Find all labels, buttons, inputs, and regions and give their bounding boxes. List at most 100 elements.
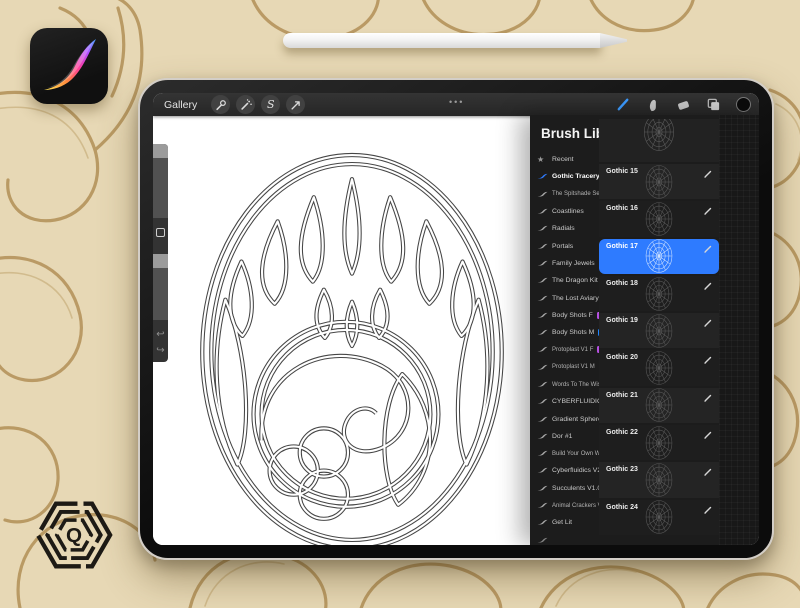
brush-row[interactable]: Gothic 16 (599, 201, 719, 236)
brush-row[interactable]: Gothic 19 (599, 313, 719, 348)
brush-list: Gothic 15 Gothic 16 Gothic 17 Gothic 18 … (599, 119, 719, 545)
brush-row[interactable]: Gothic 17 (599, 239, 719, 274)
category-label: Family Jewels (552, 260, 595, 267)
procreate-screen: Gallery S ••• (153, 93, 759, 545)
category-label: Get Lit (552, 519, 572, 526)
brush-row[interactable]: Gothic 24 (599, 500, 719, 535)
brush-stroke-icon (537, 415, 548, 423)
smudge-icon[interactable] (646, 97, 661, 112)
category-label: Dor #1 (552, 433, 572, 440)
brush-stroke-icon (537, 502, 548, 510)
category-item[interactable]: Cyberfluidics V2 (530, 462, 599, 479)
modify-button[interactable] (156, 228, 165, 237)
brush-stroke-icon (537, 173, 548, 181)
undo-icon[interactable]: ↩ (153, 330, 168, 340)
brush-thumbnail (644, 350, 674, 387)
svg-text:Q: Q (66, 524, 82, 547)
brush-thumbnail (644, 275, 674, 312)
category-item[interactable]: Protoplast V1 M T (530, 359, 599, 376)
category-item[interactable]: ★ Recent (530, 151, 599, 168)
category-item[interactable]: Body Shots M T (530, 324, 599, 341)
category-label: Succulents V1.0 (552, 485, 599, 492)
category-item[interactable]: The Spitshade Set (530, 186, 599, 203)
layers-icon[interactable] (706, 97, 721, 112)
edit-pencil-icon[interactable] (703, 318, 713, 328)
brush-row[interactable]: Gothic 20 (599, 350, 719, 385)
category-item[interactable]: Succulents V1.0 (530, 480, 599, 497)
brush-stroke-icon (537, 277, 548, 285)
edit-pencil-icon[interactable] (703, 430, 713, 440)
brush-stroke-icon (537, 190, 548, 198)
brush-stroke-icon (537, 346, 548, 354)
edit-pencil-icon[interactable] (703, 281, 713, 291)
gallery-button[interactable]: Gallery (164, 99, 197, 111)
category-item[interactable]: The Lost Aviary (530, 289, 599, 306)
category-item[interactable]: Get Lit (530, 514, 599, 531)
category-item[interactable]: Body Shots F T (530, 307, 599, 324)
category-item[interactable]: Portals (530, 237, 599, 254)
opacity-slider[interactable] (153, 268, 168, 320)
category-label: Portals (552, 243, 573, 250)
brush-name: Gothic 17 (606, 243, 638, 250)
brush-stroke-icon (537, 381, 548, 389)
brush-row[interactable] (599, 119, 719, 162)
category-item[interactable]: Family Jewels (530, 255, 599, 272)
edit-pencil-icon[interactable] (703, 355, 713, 365)
edit-pencil-icon[interactable] (703, 244, 713, 254)
edit-pencil-icon[interactable] (703, 505, 713, 515)
category-item[interactable]: Radials (530, 220, 599, 237)
category-item[interactable] (530, 532, 599, 545)
category-label: Body Shots F (552, 312, 593, 319)
brush-stroke-icon (537, 259, 548, 267)
brush-icon[interactable] (616, 97, 631, 112)
brush-row[interactable]: Gothic 18 (599, 276, 719, 311)
eraser-icon[interactable] (676, 97, 691, 112)
brush-name: Gothic 18 (606, 280, 638, 287)
more-options[interactable]: ••• (449, 97, 464, 107)
opacity-handle[interactable] (153, 254, 168, 268)
brush-name: Gothic 23 (606, 466, 638, 473)
category-item[interactable]: CYBERFLUIDICS II (530, 393, 599, 410)
brush-row[interactable]: Gothic 21 (599, 388, 719, 423)
category-item[interactable]: Protoplast V1 F T (530, 341, 599, 358)
brush-row[interactable]: Gothic 22 (599, 425, 719, 460)
brush-size-slider[interactable] (153, 158, 168, 218)
brush-stroke-icon (537, 536, 548, 544)
category-item[interactable]: The Dragon Kit (530, 272, 599, 289)
category-item[interactable]: Dor #1 (530, 428, 599, 445)
category-item[interactable]: Coastlines (530, 203, 599, 220)
edit-pencil-icon[interactable] (703, 467, 713, 477)
brush-size-handle[interactable] (153, 144, 168, 158)
brush-thumbnail (644, 312, 674, 349)
redo-icon[interactable]: ↪ (153, 346, 168, 356)
category-label: Coastlines (552, 208, 584, 215)
edit-pencil-icon[interactable] (703, 393, 713, 403)
brush-thumbnail (644, 387, 674, 424)
category-label: Cyberfluidics V2 (552, 467, 599, 474)
edit-pencil-icon[interactable] (703, 169, 713, 179)
brush-row[interactable]: Gothic 15 (599, 164, 719, 199)
brush-name: Gothic 22 (606, 429, 638, 436)
paint-tools (616, 93, 751, 116)
pencil-body (283, 33, 601, 48)
brush-stroke-icon (537, 363, 548, 371)
transform-icon[interactable] (286, 95, 305, 114)
brush-category-list: ★ Recent Gothic Tracery The Spitshade Se… (530, 151, 599, 545)
category-item[interactable]: Gothic Tracery (530, 168, 599, 185)
brush-row[interactable]: Gothic 23 (599, 462, 719, 497)
selection-icon[interactable]: S (261, 95, 280, 114)
category-item[interactable]: Animal Crackers V1 (530, 497, 599, 514)
brush-name: Gothic 24 (606, 504, 638, 511)
brush-stroke-icon (537, 484, 548, 492)
color-swatch[interactable] (736, 97, 751, 112)
category-item[interactable]: Gradient Spheres (530, 410, 599, 427)
brush-name: Gothic 20 (606, 354, 638, 361)
adjustments-icon[interactable] (236, 95, 255, 114)
brush-stroke-icon (537, 208, 548, 216)
category-item[interactable]: Build Your Own Wolp... (530, 445, 599, 462)
edit-pencil-icon[interactable] (703, 206, 713, 216)
wrench-icon[interactable] (211, 95, 230, 114)
category-item[interactable]: Words To The Wise (530, 376, 599, 393)
panel-texture-strip (719, 115, 759, 545)
brush-thumbnail (642, 119, 676, 153)
